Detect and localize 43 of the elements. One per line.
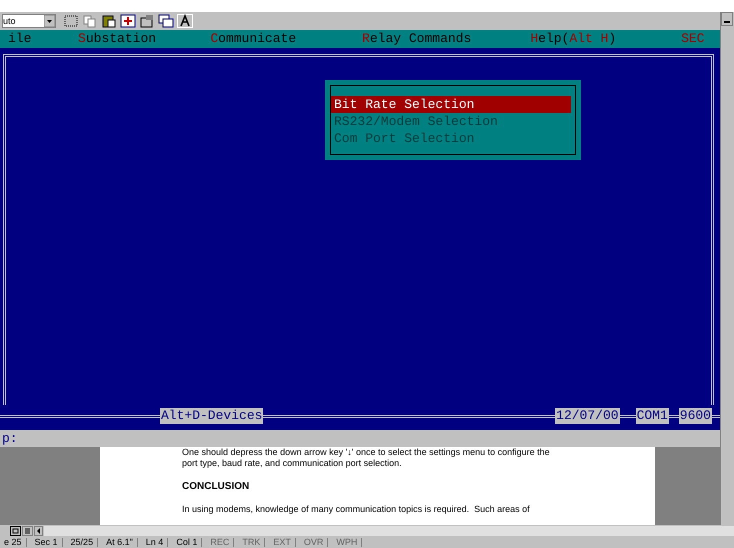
font-icon[interactable] — [177, 14, 193, 28]
popup-menu-item[interactable]: RS232/Modem Selection — [331, 113, 571, 130]
paragraph-text: One should depress the down arrow key '↓' once to select the settings menu to configure the — [182, 447, 551, 458]
scroll-left-icon[interactable] — [34, 526, 43, 536]
dropdown-arrow-icon — [44, 15, 55, 27]
horizontal-scrollbar[interactable] — [44, 526, 734, 536]
paragraph-text: In using modems, knowledge of many communication topics is required. Such areas of — [182, 504, 531, 515]
status-field: EXT — [269, 538, 296, 546]
section-heading: CONCLUSION — [182, 480, 250, 494]
status-field: OVR — [300, 538, 328, 546]
menu-item[interactable]: Help(Alt H) — [530, 29, 682, 49]
normal-view-icon[interactable] — [10, 526, 21, 536]
popup-menu-item[interactable]: Bit Rate Selection — [331, 96, 571, 113]
menu-item[interactable]: Relay Commands — [362, 29, 530, 49]
paragraph-text: port type, baud rate, and communication port selection. — [182, 458, 403, 469]
status-field: Col 1 — [172, 538, 202, 546]
date-text: 12/07/00 — [555, 408, 620, 424]
properties-icon[interactable] — [139, 14, 155, 28]
status-field: 25/25 — [66, 538, 98, 546]
status-field: WPH — [332, 538, 362, 546]
popup-menu-item[interactable]: Com Port Selection — [331, 130, 571, 147]
paste-icon[interactable] — [101, 14, 117, 28]
select-icon[interactable] — [63, 14, 79, 28]
status-field: TRK — [238, 538, 266, 546]
status-field: At 6.1" — [102, 538, 138, 546]
hotkey-hint: Alt+D-Devices — [160, 408, 264, 424]
window-icon[interactable] — [158, 14, 174, 28]
outline-view-icon[interactable] — [22, 526, 33, 536]
fullscreen-icon[interactable] — [120, 14, 136, 28]
status-field: REC — [206, 538, 234, 546]
zoom-dropdown[interactable]: uto — [2, 14, 56, 28]
command-prompt: p: — [2, 430, 18, 448]
baud-rate-text: 9600 — [678, 408, 712, 424]
copy-icon[interactable] — [82, 14, 98, 28]
menu-item[interactable]: Communicate — [210, 29, 362, 49]
dropdown-value: uto — [3, 16, 17, 26]
port-text: COM1 — [636, 408, 669, 424]
status-field: e 25 — [0, 538, 27, 546]
minimize-icon[interactable] — [721, 12, 733, 26]
menu-item[interactable]: Substation — [78, 29, 210, 49]
status-field: Ln 4 — [142, 538, 168, 546]
menu-item[interactable]: ile — [0, 29, 78, 49]
status-field: Sec 1 — [30, 538, 63, 546]
